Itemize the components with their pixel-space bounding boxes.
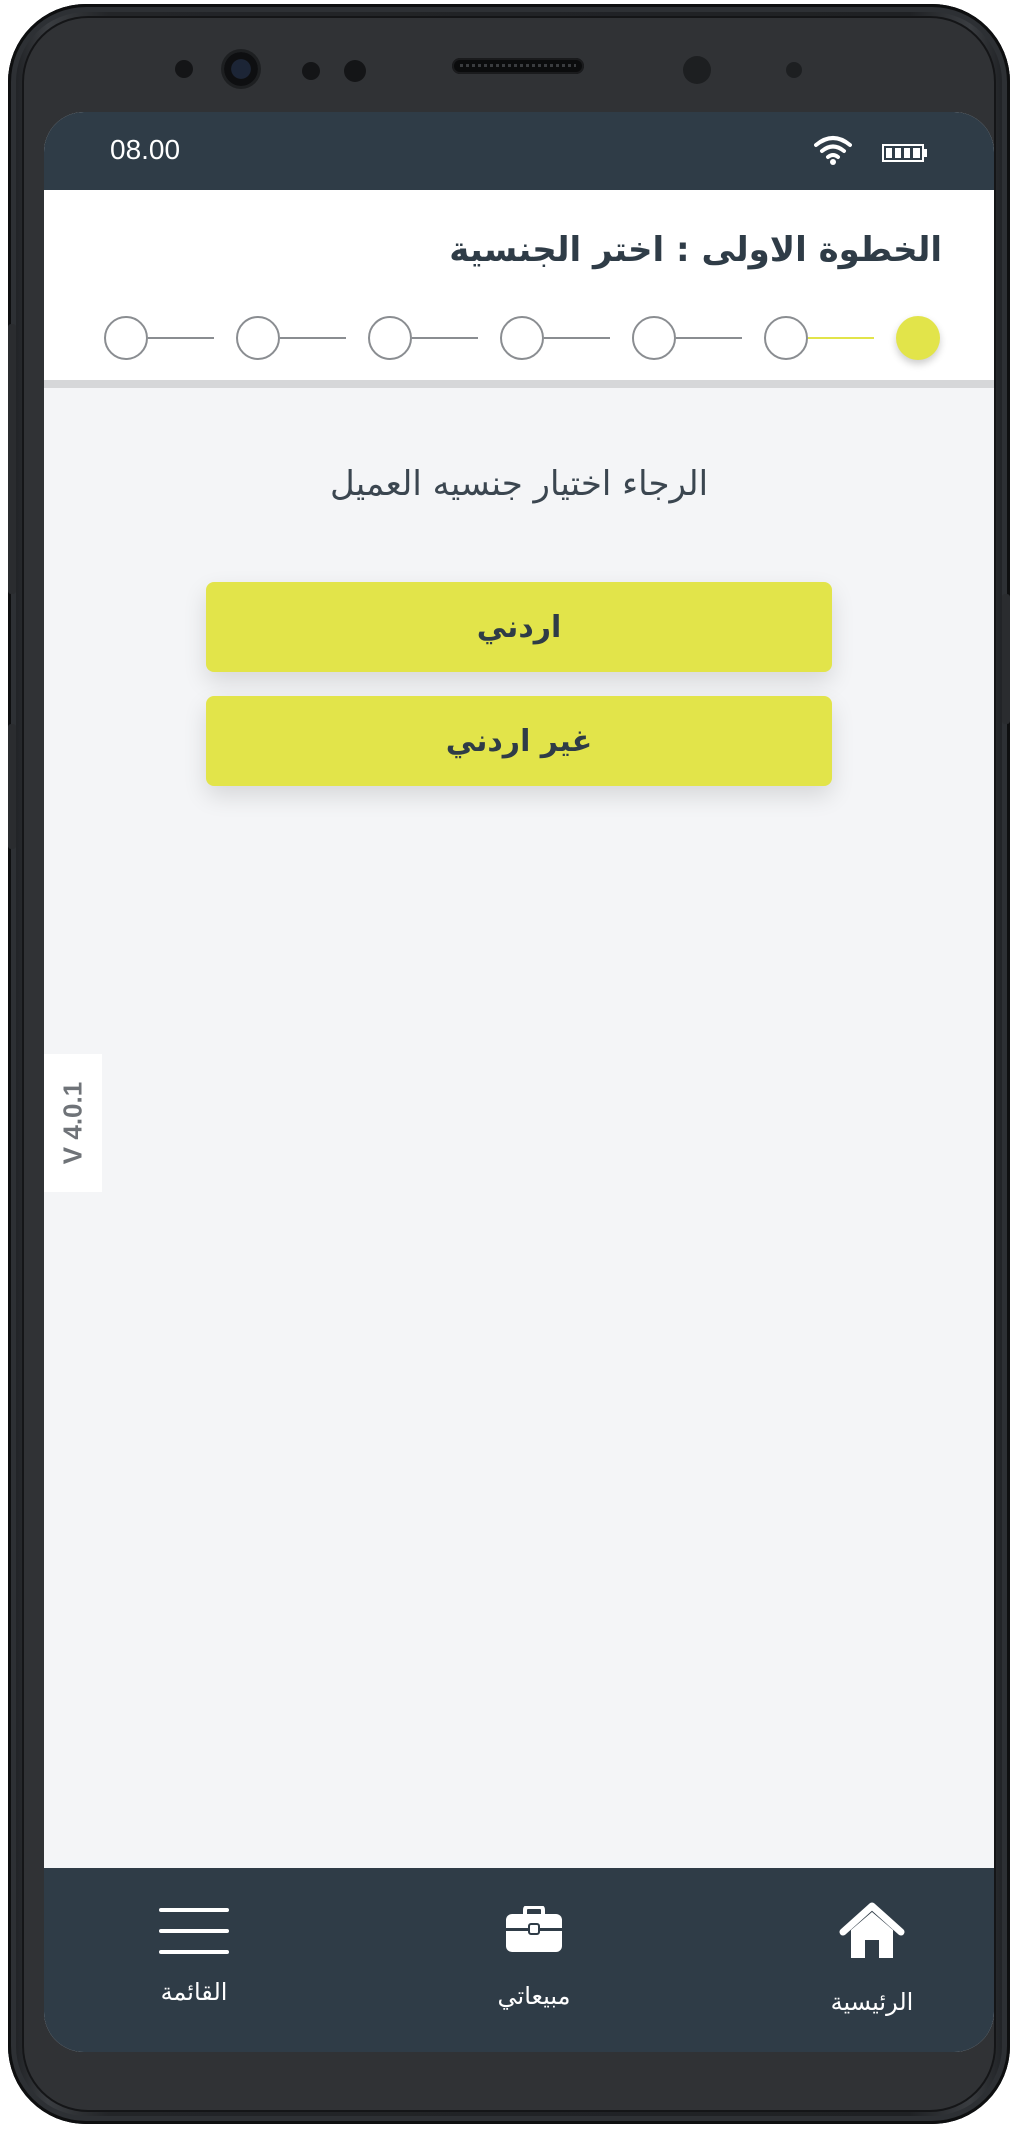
step-7-indicator (104, 316, 148, 360)
step-connector (280, 337, 346, 339)
step-connector-active (808, 337, 874, 339)
jordanian-button[interactable]: اردني (206, 582, 832, 672)
step-title: الخطوة الاولى : اختر الجنسية (449, 230, 942, 270)
step-2-indicator (764, 316, 808, 360)
home-icon (839, 1902, 905, 1958)
power-button (1002, 594, 1010, 724)
front-camera (224, 52, 258, 86)
briefcase-icon (506, 1906, 562, 1952)
light-sensor (302, 62, 320, 80)
step-6-indicator (236, 316, 280, 360)
wifi-icon (814, 136, 852, 165)
version-label: V 4.0.1 (57, 1081, 88, 1165)
assistant-button (8, 724, 16, 849)
step-4-indicator (500, 316, 544, 360)
nav-my-sales[interactable]: مبيعاتي (464, 1868, 604, 2052)
nationality-prompt: الرجاء اختيار جنسيه العميل (329, 464, 709, 504)
nav-menu[interactable]: القائمة (124, 1868, 264, 2052)
nav-home[interactable]: الرئيسية (792, 1868, 952, 2052)
bottom-navigation: القائمة مبيعاتي الرئيسية (44, 1868, 994, 2052)
version-tab: V 4.0.1 (44, 1054, 102, 1192)
progress-stepper (104, 316, 944, 360)
battery-icon (882, 144, 927, 162)
iris-sensor (344, 60, 366, 82)
non-jordanian-button[interactable]: غير اردني (206, 696, 832, 786)
phone-frame: 08.00 الخطوة الاولى : اختر الجنسية الرجا… (8, 4, 1010, 2124)
step-connector (148, 337, 214, 339)
volume-button (8, 324, 16, 594)
status-time: 08.00 (110, 134, 181, 165)
screen: 08.00 الخطوة الاولى : اختر الجنسية الرجا… (44, 112, 994, 2052)
iris-camera (683, 56, 711, 84)
earpiece-speaker (452, 58, 584, 74)
step-connector (544, 337, 610, 339)
nav-menu-label: القائمة (160, 1978, 228, 2006)
nav-home-label: الرئيسية (830, 1988, 914, 2016)
step-connector (676, 337, 742, 339)
step-1-indicator-current (896, 316, 940, 360)
led-indicator (786, 62, 802, 78)
step-3-indicator (632, 316, 676, 360)
nav-my-sales-label: مبيعاتي (497, 1982, 571, 2010)
step-5-indicator (368, 316, 412, 360)
step-connector (412, 337, 478, 339)
step-header: الخطوة الاولى : اختر الجنسية (44, 190, 994, 388)
status-bar: 08.00 (44, 112, 994, 190)
hamburger-menu-icon (159, 1908, 229, 1954)
proximity-sensor (175, 60, 193, 78)
